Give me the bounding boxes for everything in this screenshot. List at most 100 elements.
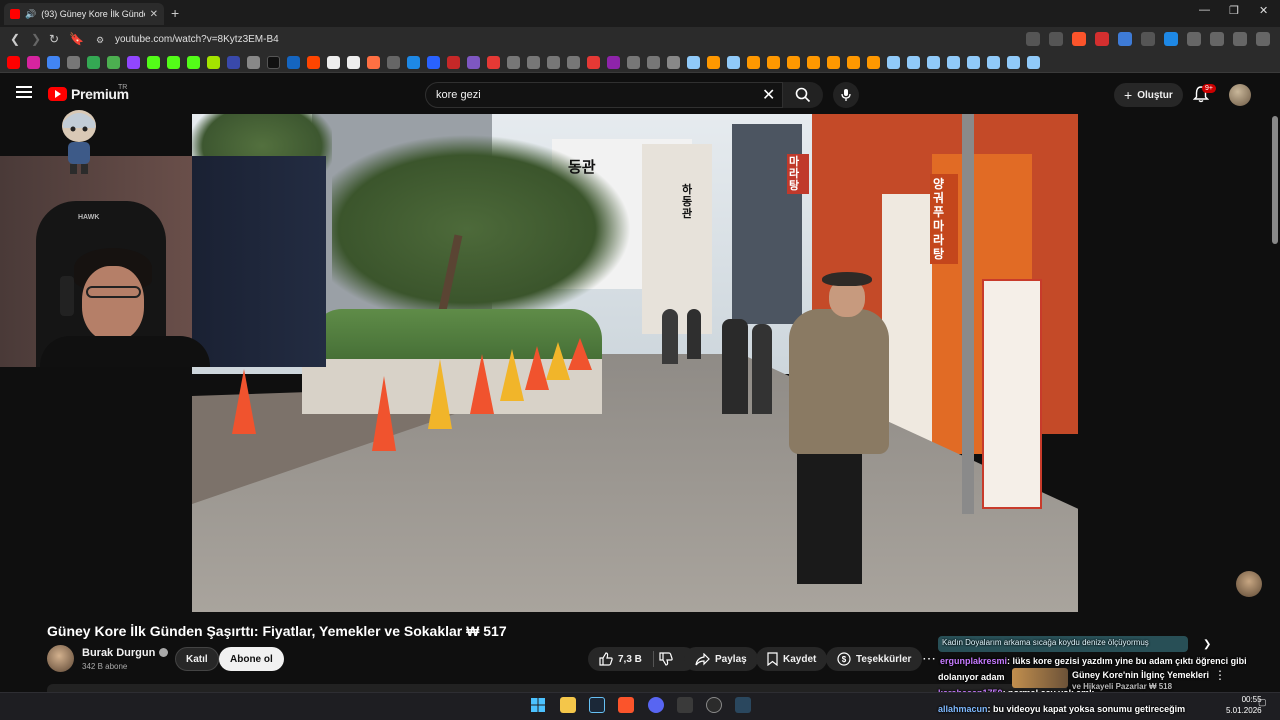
sidebar-icon[interactable] bbox=[1210, 32, 1224, 46]
bookmark-icon[interactable] bbox=[407, 56, 420, 69]
bookmark-kick-icon[interactable] bbox=[187, 56, 200, 69]
like-button[interactable]: 7,3 B bbox=[588, 647, 696, 671]
bookmark-icon[interactable] bbox=[867, 56, 880, 69]
bookmark-steam-icon[interactable] bbox=[727, 56, 740, 69]
maximize-button[interactable]: ❐ bbox=[1229, 4, 1239, 17]
user-avatar[interactable] bbox=[1229, 84, 1251, 106]
bookmark-steam-icon[interactable] bbox=[947, 56, 960, 69]
bookmark-steam-icon[interactable] bbox=[907, 56, 920, 69]
thumbs-down-icon[interactable] bbox=[659, 652, 673, 666]
bookmark-icon[interactable] bbox=[427, 56, 440, 69]
bookmark-icon[interactable] bbox=[447, 56, 460, 69]
bookmark-icon[interactable] bbox=[47, 56, 60, 69]
recommended-title[interactable]: Güney Kore'nin İlginç Yemekleri bbox=[1072, 670, 1209, 680]
system-clock[interactable]: 00:55 5.01.2026 bbox=[1226, 694, 1262, 716]
obs-icon[interactable] bbox=[706, 697, 722, 713]
bookmark-steam-icon[interactable] bbox=[987, 56, 1000, 69]
back-button[interactable]: ❮ bbox=[10, 32, 20, 46]
bookmark-icon[interactable] bbox=[807, 56, 820, 69]
bookmark-kick-icon[interactable] bbox=[147, 56, 160, 69]
bookmark-icon[interactable] bbox=[107, 56, 120, 69]
bookmark-icon[interactable] bbox=[847, 56, 860, 69]
brave-browser-icon[interactable] bbox=[618, 697, 634, 713]
bookmark-icon[interactable] bbox=[787, 56, 800, 69]
create-button[interactable]: + Oluştur bbox=[1114, 83, 1183, 107]
extension-icon[interactable] bbox=[1141, 32, 1155, 46]
bookmark-icon[interactable] bbox=[247, 56, 260, 69]
speaker-icon[interactable]: 🔊 bbox=[25, 9, 36, 20]
more-actions-icon[interactable]: ⋯ bbox=[922, 650, 936, 667]
extensions-puzzle-icon[interactable] bbox=[1187, 32, 1201, 46]
new-tab-button[interactable]: + bbox=[171, 5, 179, 21]
reload-button[interactable]: ↻ bbox=[49, 32, 59, 46]
bookmark-steam-icon[interactable] bbox=[687, 56, 700, 69]
chevron-right-icon[interactable]: ❯ bbox=[1203, 639, 1211, 650]
bookmark-twitch-icon[interactable] bbox=[127, 56, 140, 69]
url-field[interactable]: youtube.com/watch?v=8Kytz3EM-B4 bbox=[115, 34, 279, 45]
bookmark-youtube-icon[interactable] bbox=[7, 56, 20, 69]
bookmark-icon[interactable] bbox=[647, 56, 660, 69]
bookmark-icon[interactable] bbox=[87, 56, 100, 69]
search-button[interactable] bbox=[783, 82, 823, 108]
share-icon[interactable] bbox=[1049, 32, 1063, 46]
site-info-icon[interactable]: ⚙ bbox=[96, 35, 104, 46]
bookmark-icon[interactable] bbox=[387, 56, 400, 69]
youtube-logo[interactable]: Premium TR bbox=[48, 84, 129, 102]
extension-icon[interactable] bbox=[1164, 32, 1178, 46]
voice-search-button[interactable] bbox=[833, 82, 859, 108]
app-icon[interactable] bbox=[735, 697, 751, 713]
save-button[interactable]: Kaydet bbox=[756, 647, 828, 671]
recommended-thumbnail[interactable] bbox=[1012, 668, 1068, 688]
minimize-button[interactable]: — bbox=[1199, 4, 1210, 16]
channel-name[interactable]: Burak Durgun bbox=[82, 647, 169, 659]
bookmark-icon[interactable] bbox=[767, 56, 780, 69]
bookmark-steam-icon[interactable] bbox=[1027, 56, 1040, 69]
bookmark-icon[interactable] bbox=[507, 56, 520, 69]
bookmark-icon[interactable] bbox=[327, 56, 340, 69]
bookmark-icon[interactable] bbox=[567, 56, 580, 69]
bookmark-icon[interactable] bbox=[487, 56, 500, 69]
close-tab-icon[interactable]: ✕ bbox=[150, 9, 158, 20]
install-icon[interactable] bbox=[1026, 32, 1040, 46]
bookmark-steam-icon[interactable] bbox=[967, 56, 980, 69]
browser-tab[interactable]: 🔊 (93) Güney Kore İlk Günden Ş ✕ bbox=[4, 3, 164, 25]
bookmark-icon[interactable] bbox=[367, 56, 380, 69]
join-button[interactable]: Katıl bbox=[175, 647, 219, 671]
share-button[interactable]: Paylaş bbox=[684, 647, 758, 671]
search-input[interactable]: kore gezi bbox=[425, 82, 783, 108]
bookmark-icon[interactable] bbox=[227, 56, 240, 69]
bookmark-icon[interactable] bbox=[467, 56, 480, 69]
extension-icon[interactable] bbox=[1095, 32, 1109, 46]
notifications-icon[interactable]: ▢ bbox=[1258, 697, 1267, 708]
close-window-button[interactable]: ✕ bbox=[1259, 4, 1268, 17]
windows-start-icon[interactable] bbox=[530, 697, 546, 713]
page-scrollbar[interactable] bbox=[1272, 116, 1278, 244]
bookmark-icon[interactable] bbox=[747, 56, 760, 69]
subscribe-button[interactable]: Abone ol bbox=[219, 647, 284, 671]
steam-icon[interactable] bbox=[589, 697, 605, 713]
menu-hamburger-icon[interactable] bbox=[16, 86, 32, 98]
file-explorer-icon[interactable] bbox=[560, 697, 576, 713]
bookmark-icon[interactable] bbox=[347, 56, 360, 69]
clear-search-icon[interactable]: ✕ bbox=[762, 85, 775, 105]
bookmark-icon[interactable] bbox=[827, 56, 840, 69]
app-icon[interactable] bbox=[677, 697, 693, 713]
menu-icon[interactable] bbox=[1256, 32, 1270, 46]
recommended-menu-icon[interactable]: ⋮ bbox=[1214, 668, 1226, 682]
brave-shield-icon[interactable] bbox=[1072, 32, 1086, 46]
bookmark-folder-icon[interactable] bbox=[667, 56, 680, 69]
description-box[interactable] bbox=[47, 684, 1067, 692]
bookmark-icon[interactable] bbox=[627, 56, 640, 69]
bookmark-icon[interactable] bbox=[527, 56, 540, 69]
bookmark-icon[interactable] bbox=[587, 56, 600, 69]
bookmark-x-icon[interactable] bbox=[267, 56, 280, 69]
bookmark-icon[interactable]: 🔖 bbox=[69, 32, 84, 46]
bookmark-steam-icon[interactable] bbox=[927, 56, 940, 69]
bookmark-instagram-icon[interactable] bbox=[27, 56, 40, 69]
bookmark-icon[interactable] bbox=[287, 56, 300, 69]
bookmark-icon[interactable] bbox=[707, 56, 720, 69]
extension-icon[interactable] bbox=[1118, 32, 1132, 46]
thanks-button[interactable]: $ Teşekkürler bbox=[826, 647, 923, 671]
bookmark-reddit-icon[interactable] bbox=[307, 56, 320, 69]
forward-button[interactable]: ❯ bbox=[31, 32, 41, 46]
